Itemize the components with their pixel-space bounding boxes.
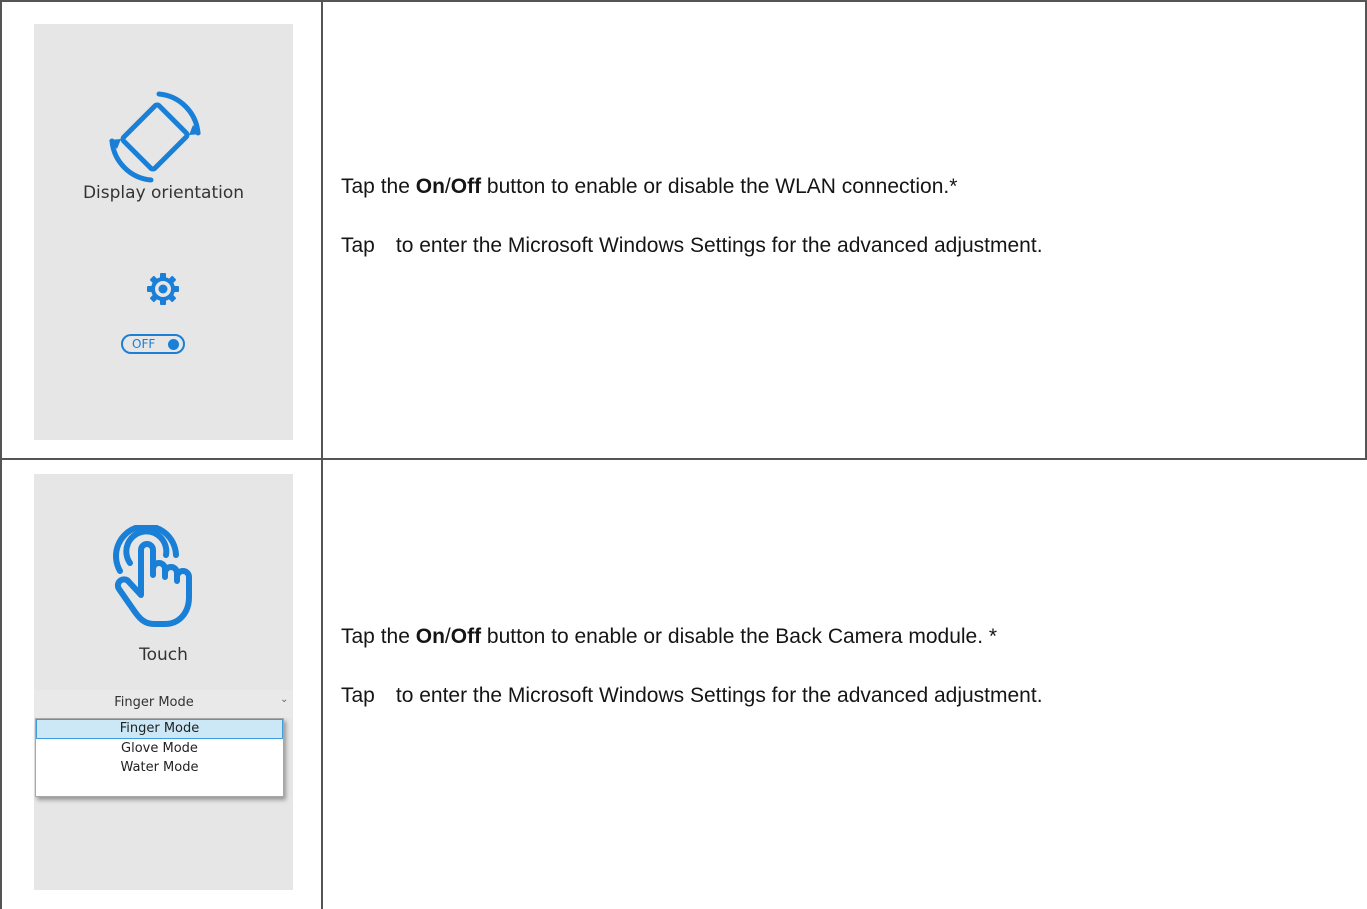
table-column-divider [321, 0, 323, 909]
toggle-label: OFF [132, 337, 156, 351]
off-label: Off [450, 625, 482, 648]
chevron-down-icon[interactable]: ⌄ [280, 694, 288, 705]
gear-icon[interactable] [146, 272, 180, 306]
wlan-toggle-switch[interactable]: OFF [121, 334, 185, 354]
table-border-top [0, 0, 1367, 2]
off-label: Off [450, 175, 482, 198]
option-finger-mode[interactable]: Finger Mode [36, 719, 283, 739]
touch-hand-icon[interactable] [112, 525, 202, 629]
panel-label: Display orientation [82, 183, 245, 203]
toggle-knob [168, 339, 179, 350]
description-line-1: Tap the On/Off button to enable or disab… [341, 625, 998, 648]
touch-mode-dropdown: Finger Mode Glove Mode Water Mode [35, 718, 284, 797]
description-line-2: Tap to enter the Microsoft Windows Settin… [341, 684, 1043, 707]
panel-label: Touch [139, 645, 188, 665]
option-glove-mode[interactable]: Glove Mode [36, 739, 283, 759]
option-water-mode[interactable]: Water Mode [36, 758, 283, 778]
table-border-left [0, 0, 2, 909]
rotate-screen-icon[interactable] [107, 89, 203, 185]
description-line-1: Tap the On/Off button to enable or disab… [341, 175, 958, 198]
select-current-value: Finger Mode [114, 695, 194, 710]
table-row-divider [0, 458, 1367, 460]
display-orientation-panel: Display orientation OFF [34, 24, 293, 440]
on-label: On [415, 625, 445, 648]
touch-mode-select-box[interactable]: Finger Mode ⌄ [34, 690, 293, 718]
on-label: On [415, 175, 445, 198]
description-line-2: Tap to enter the Microsoft Windows Settin… [341, 234, 1043, 257]
